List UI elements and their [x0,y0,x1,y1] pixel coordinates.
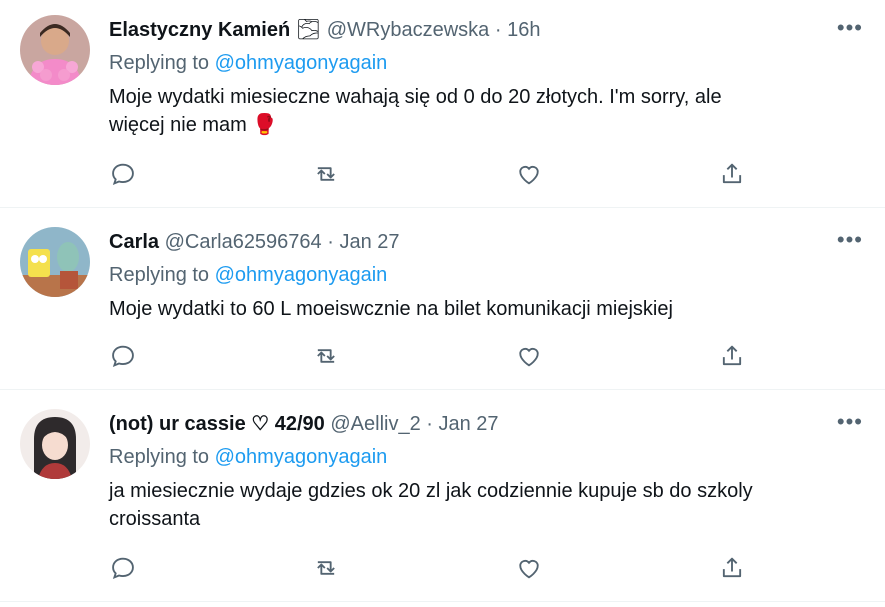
like-icon[interactable] [515,160,545,190]
replying-to: Replying to @ohmyagonyagain [109,443,387,471]
replying-label: Replying to [109,52,210,74]
share-icon[interactable] [718,160,748,190]
more-options-icon[interactable]: ••• [837,226,863,254]
retweet-icon[interactable] [312,342,342,372]
more-options-icon[interactable]: ••• [837,408,863,436]
share-icon[interactable] [718,342,748,372]
display-name[interactable]: Elastyczny Kamień [109,19,290,41]
more-options-icon[interactable]: ••• [837,14,863,42]
handle[interactable]: @WRybaczewska [327,19,490,41]
handle[interactable]: @Carla62596764 [165,231,322,253]
tweet-text: Moje wydatki to 60 L moeiswcznie na bile… [109,295,849,323]
tweet[interactable]: (not) ur cassie ♡ 42/90 @Aelliv_2 · Jan … [0,390,885,602]
tweet-header: Carla @Carla62596764 · Jan 27 [109,228,400,256]
tweet-text-line: croissanta [109,508,201,530]
timestamp[interactable]: Jan 27 [439,413,499,435]
like-icon[interactable] [515,554,545,584]
action-bar [109,160,749,190]
tweet-header: Elastyczny Kamień 🌫 @WRybaczewska · 16h [109,16,540,44]
handle[interactable]: @Aelliv_2 [330,413,420,435]
timestamp[interactable]: Jan 27 [339,231,399,253]
replying-label: Replying to [109,264,210,286]
cloud-emoji: 🌫 [295,19,322,41]
tweet-text-line: Moje wydatki miesieczne wahają się od 0 … [109,86,722,108]
replying-handle-link[interactable]: @ohmyagonyagain [215,264,388,286]
tweet[interactable]: Carla @Carla62596764 · Jan 27 ••• Replyi… [0,208,885,390]
reply-icon[interactable] [109,554,139,584]
tweet-header: (not) ur cassie ♡ 42/90 @Aelliv_2 · Jan … [109,410,499,438]
replying-label: Replying to [109,446,210,468]
replying-handle-link[interactable]: @ohmyagonyagain [215,446,388,468]
tweet-text-line: Moje wydatki to 60 L moeiswcznie na bile… [109,298,673,320]
display-name[interactable]: (not) ur cassie ♡ 42/90 [109,413,325,435]
tweet-text: ja miesiecznie wydaje gdzies ok 20 zl ja… [109,477,849,533]
tweet[interactable]: Elastyczny Kamień 🌫 @WRybaczewska · 16h … [0,0,885,208]
separator: · [426,413,433,435]
tweet-text-line: więcej nie mam 🥊 [109,114,278,136]
action-bar [109,342,749,372]
timestamp[interactable]: 16h [507,19,540,41]
replying-handle-link[interactable]: @ohmyagonyagain [215,52,388,74]
avatar[interactable] [20,409,90,479]
tweet-text-line: ja miesiecznie wydaje gdzies ok 20 zl ja… [109,480,753,502]
display-name[interactable]: Carla [109,231,159,253]
retweet-icon[interactable] [312,160,342,190]
retweet-icon[interactable] [312,554,342,584]
replying-to: Replying to @ohmyagonyagain [109,261,387,289]
avatar[interactable] [20,227,90,297]
separator: · [494,19,502,41]
tweet-text: Moje wydatki miesieczne wahają się od 0 … [109,83,849,139]
reply-icon[interactable] [109,342,139,372]
reply-icon[interactable] [109,160,139,190]
action-bar [109,554,749,584]
avatar[interactable] [20,15,90,85]
separator: · [327,231,334,253]
share-icon[interactable] [718,554,748,584]
like-icon[interactable] [515,342,545,372]
replying-to: Replying to @ohmyagonyagain [109,49,387,77]
